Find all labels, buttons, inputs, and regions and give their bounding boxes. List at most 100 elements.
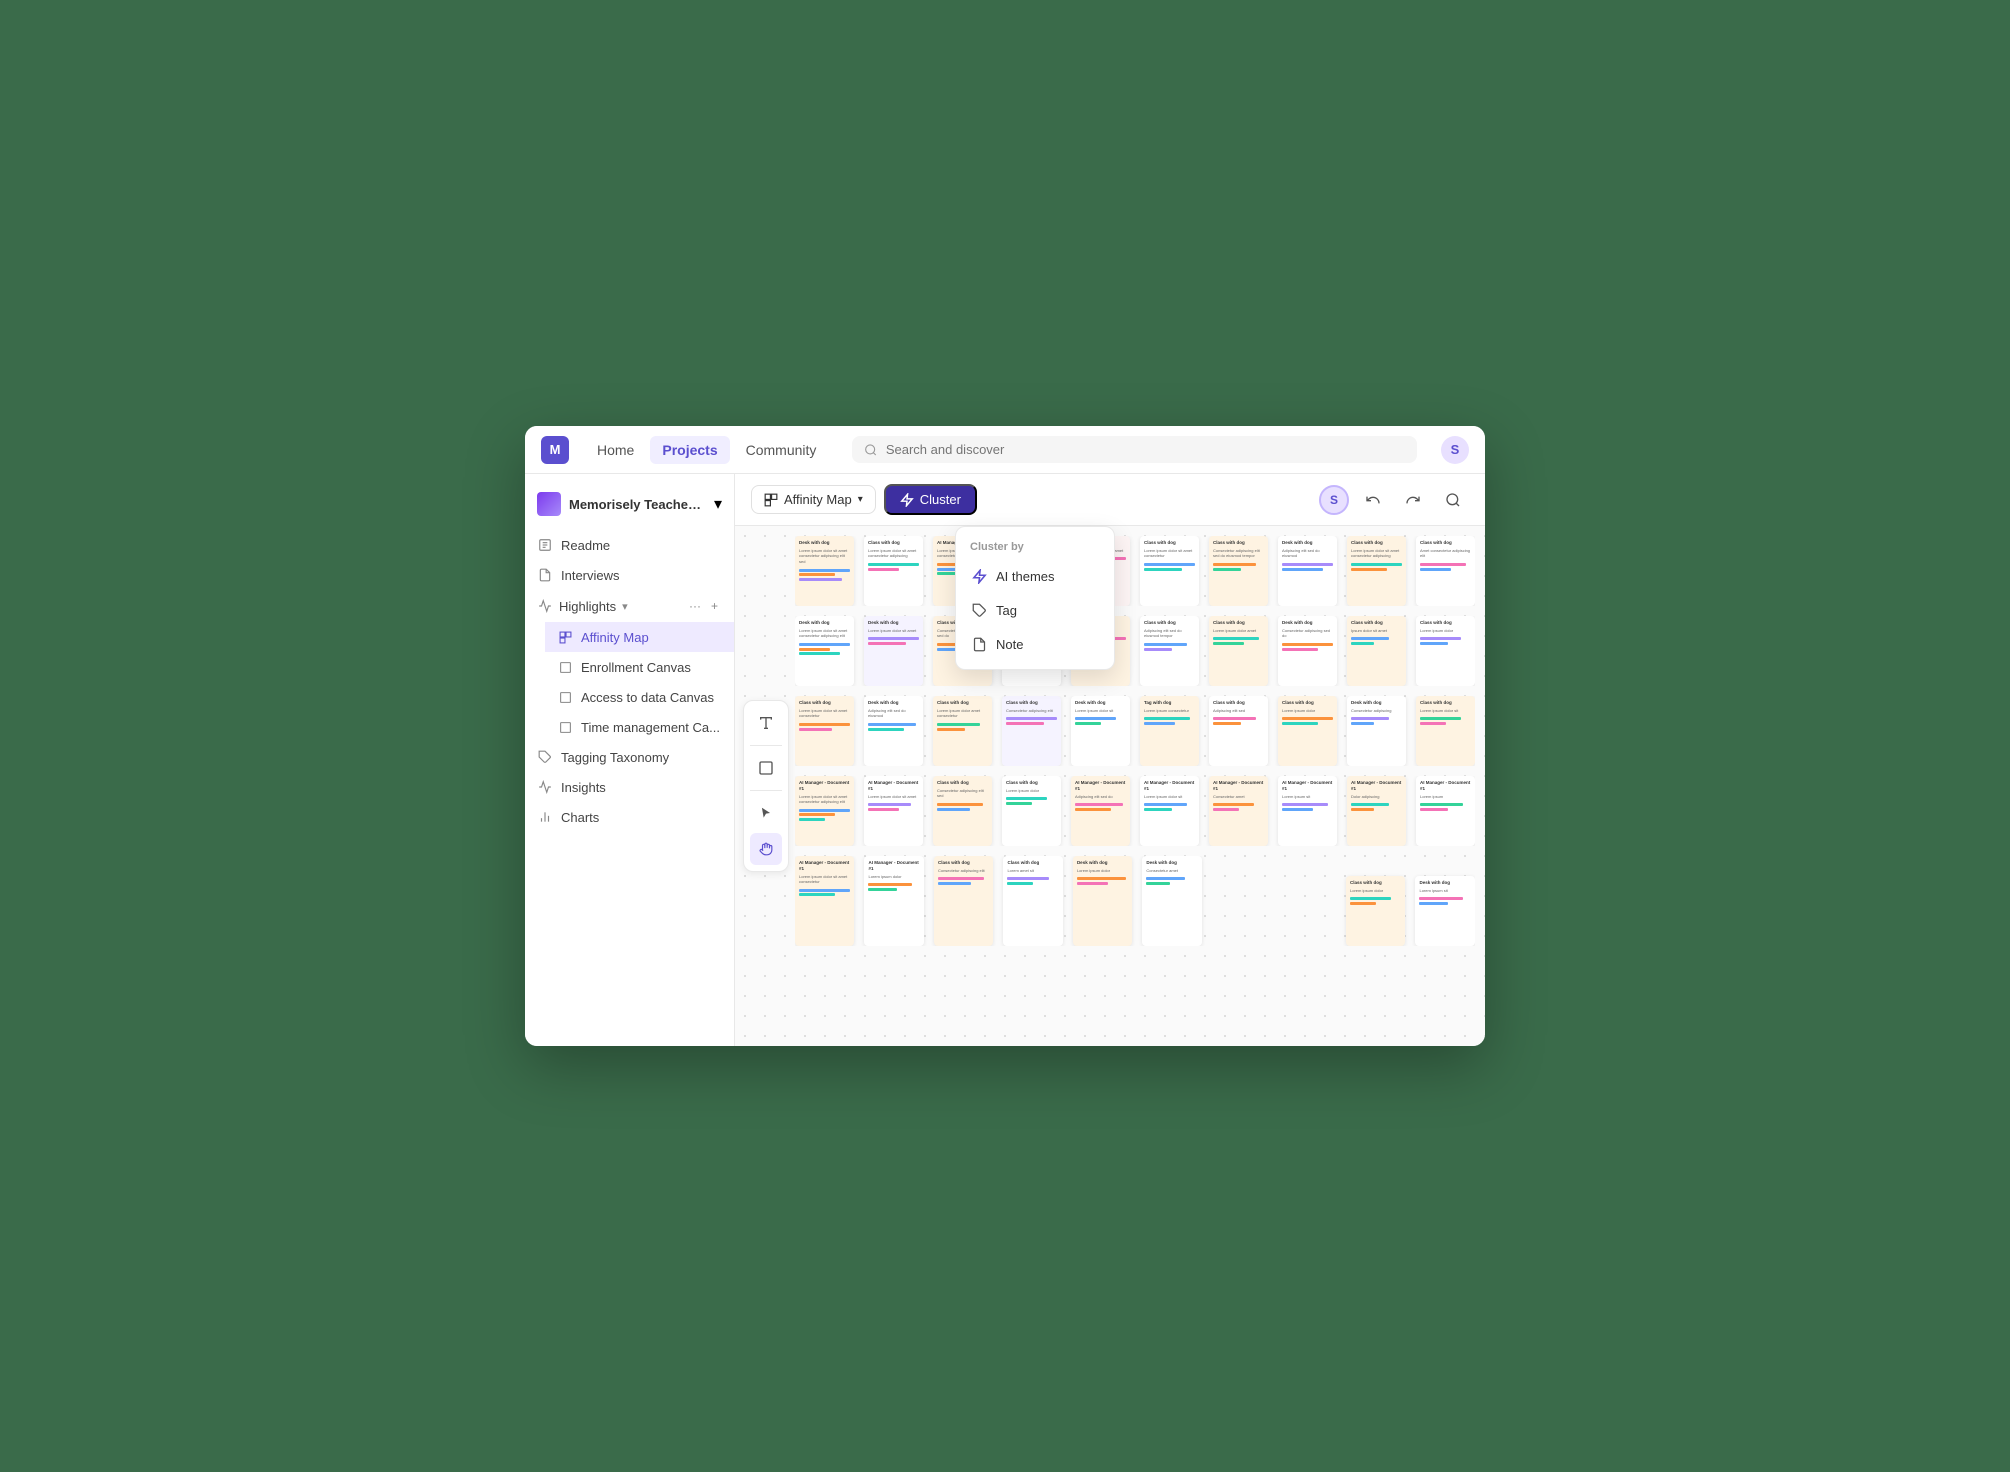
card[interactable]: Desk with dog Adipiscing elit sed do eiu… [864, 696, 923, 766]
toolbar-user-avatar[interactable]: S [1319, 485, 1349, 515]
sidebar-item-access-canvas[interactable]: Access to data Canvas [545, 682, 734, 712]
content-toolbar: Affinity Map ▾ Cluster S [735, 474, 1485, 526]
card[interactable]: AI Manager - Document #1 Lorem ipsum [1416, 776, 1475, 846]
highlights-sub-items: Affinity Map Enrollment Canvas [525, 622, 734, 742]
sidebar-label-interviews: Interviews [561, 568, 620, 583]
shape-tool-btn[interactable] [750, 752, 782, 784]
view-chevron: ▾ [858, 494, 863, 505]
hand-tool-icon [759, 842, 773, 856]
tagging-icon [537, 749, 553, 765]
card[interactable]: Desk with dog Consectetur adipiscing sed… [1278, 616, 1337, 686]
nav-home[interactable]: Home [585, 436, 646, 464]
card[interactable]: Class with dog Consectetur adipiscing el… [934, 856, 993, 946]
tool-separator-1 [750, 745, 782, 746]
highlights-section-label: Highlights [559, 599, 616, 614]
card[interactable]: Class with dog Lorem ipsum dolor sit ame… [1140, 536, 1199, 606]
card[interactable]: Class with dog Consectetur adipiscing el… [1002, 696, 1061, 766]
tag-dropdown-icon [970, 601, 988, 619]
card[interactable]: Class with dog Lorem ipsum dolor amet co… [933, 696, 992, 766]
card[interactable]: Class with dog Consectetur adipiscing el… [933, 776, 992, 846]
card[interactable]: Class with dog Lorem ipsum dolor [1002, 776, 1061, 846]
view-selector-btn[interactable]: Affinity Map ▾ [751, 485, 876, 514]
card[interactable]: Class with dog Lorem ipsum dolor [1416, 616, 1475, 686]
sidebar-item-insights[interactable]: Insights [525, 772, 734, 802]
card[interactable]: AI Manager - Document #1 Lorem ipsum dol… [795, 856, 854, 946]
card[interactable]: AI Manager - Document #1 Dolor adipiscin… [1347, 776, 1406, 846]
toolbar-search-icon [1445, 492, 1461, 508]
card[interactable]: Class with dog Lorem ipsum dolor [1346, 876, 1405, 946]
redo-btn[interactable] [1397, 484, 1429, 516]
time-canvas-label: Time management Ca... [581, 720, 720, 735]
card[interactable]: Class with dog Lorem amet sit [1003, 856, 1062, 946]
card[interactable]: Desk with dog Lorem ipsum sit [1415, 876, 1474, 946]
card[interactable]: Class with dog Ipsum dolor sit amet [1347, 616, 1406, 686]
undo-btn[interactable] [1357, 484, 1389, 516]
card[interactable]: Desk with dog Consectetur amet [1142, 856, 1201, 946]
time-canvas-icon [557, 719, 573, 735]
cluster-icon [900, 493, 914, 507]
nav-community[interactable]: Community [734, 436, 829, 464]
card[interactable]: Class with dog Lorem ipsum dolor sit [1416, 696, 1475, 766]
card[interactable]: Desk with dog Lorem ipsum dolor sit [1071, 696, 1130, 766]
section-actions: ··· + [685, 597, 722, 615]
card[interactable]: Tag with dog Lorem ipsum consectetur [1140, 696, 1199, 766]
hand-tool-btn[interactable] [750, 833, 782, 865]
section-add-btn[interactable]: + [707, 597, 722, 615]
card[interactable]: AI Manager - Document #1 Lorem ipsum dol… [1140, 776, 1199, 846]
card[interactable]: Class with dog Lorem ipsum dolor sit ame… [864, 536, 923, 606]
sidebar-item-charts[interactable]: Charts [525, 802, 734, 832]
highlights-chevron: ▾ [622, 600, 628, 613]
card[interactable]: AI Manager - Document #1 Lorem ipsum dol… [864, 856, 923, 946]
search-bar[interactable] [852, 436, 1417, 463]
dropdown-item-ai-themes[interactable]: AI themes [956, 559, 1114, 593]
card[interactable]: Class with dog Lorem ipsum dolor sit ame… [795, 696, 854, 766]
dropdown-header: Cluster by [956, 535, 1114, 559]
card[interactable]: Class with dog Adipiscing elit sed [1209, 696, 1268, 766]
ai-themes-icon [970, 567, 988, 585]
card[interactable]: AI Manager - Document #1 Adipiscing elit… [1071, 776, 1130, 846]
text-tool-btn[interactable] [750, 707, 782, 739]
card[interactable]: Class with dog Adipiscing elit sed do ei… [1140, 616, 1199, 686]
dropdown-item-tag[interactable]: Tag [956, 593, 1114, 627]
workspace-selector[interactable]: Memorisely Teacher ... ▾ [525, 486, 734, 522]
workspace-name: Memorisely Teacher ... [569, 497, 706, 512]
card[interactable]: Class with dog Lorem ipsum dolor [1278, 696, 1337, 766]
card[interactable]: Desk with dog Lorem ipsum dolor [1073, 856, 1132, 946]
highlights-icon [537, 598, 553, 614]
card[interactable]: AI Manager - Document #1 Consectetur ame… [1209, 776, 1268, 846]
card[interactable]: Class with dog Lorem ipsum dolor sit ame… [1347, 536, 1406, 606]
user-avatar[interactable]: S [1441, 436, 1469, 464]
card[interactable]: Desk with dog Lorem ipsum dolor sit amet… [795, 536, 854, 606]
nav-projects[interactable]: Projects [650, 436, 729, 464]
card[interactable]: Class with dog Amet consectetur adipisci… [1416, 536, 1475, 606]
sidebar-item-interviews[interactable]: Interviews [525, 560, 734, 590]
card[interactable]: Desk with dog Consectetur adipiscing [1347, 696, 1406, 766]
dropdown-item-note[interactable]: Note [956, 627, 1114, 661]
undo-icon [1365, 492, 1381, 508]
card[interactable]: Desk with dog Lorem ipsum dolor sit amet [864, 616, 923, 686]
tag-dropdown-label: Tag [996, 603, 1017, 618]
sidebar-section-highlights[interactable]: Highlights ▾ ··· + [525, 590, 734, 622]
sidebar-item-enrollment-canvas[interactable]: Enrollment Canvas [545, 652, 734, 682]
card[interactable]: Class with dog Consectetur adipiscing el… [1209, 536, 1268, 606]
cards-container: Desk with dog Lorem ipsum dolor sit amet… [795, 536, 1475, 1036]
card[interactable]: AI Manager - Document #1 Lorem ipsum dol… [795, 776, 854, 846]
search-btn[interactable] [1437, 484, 1469, 516]
search-input[interactable] [886, 442, 1405, 457]
card[interactable]: AI Manager - Document #1 Lorem ipsum sit [1278, 776, 1337, 846]
card[interactable]: AI Manager - Document #1 Lorem ipsum dol… [864, 776, 923, 846]
sidebar-item-tagging[interactable]: Tagging Taxonomy [525, 742, 734, 772]
sidebar-item-readme[interactable]: Readme [525, 530, 734, 560]
affinity-map-label: Affinity Map [581, 630, 649, 645]
section-more-btn[interactable]: ··· [685, 597, 705, 615]
select-tool-btn[interactable] [750, 797, 782, 829]
sidebar-item-affinity-map[interactable]: Affinity Map [545, 622, 734, 652]
card[interactable]: Class with dog Lorem ipsum dolor amet [1209, 616, 1268, 686]
insights-label: Insights [561, 780, 606, 795]
card[interactable]: Desk with dog Lorem ipsum dolor sit amet… [795, 616, 854, 686]
sidebar-item-time-canvas[interactable]: Time management Ca... [545, 712, 734, 742]
select-tool-icon [759, 806, 773, 820]
top-navigation: M Home Projects Community S [525, 426, 1485, 474]
card[interactable]: Desk with dog Adipiscing elit sed do eiu… [1278, 536, 1337, 606]
cluster-btn[interactable]: Cluster [884, 484, 977, 515]
